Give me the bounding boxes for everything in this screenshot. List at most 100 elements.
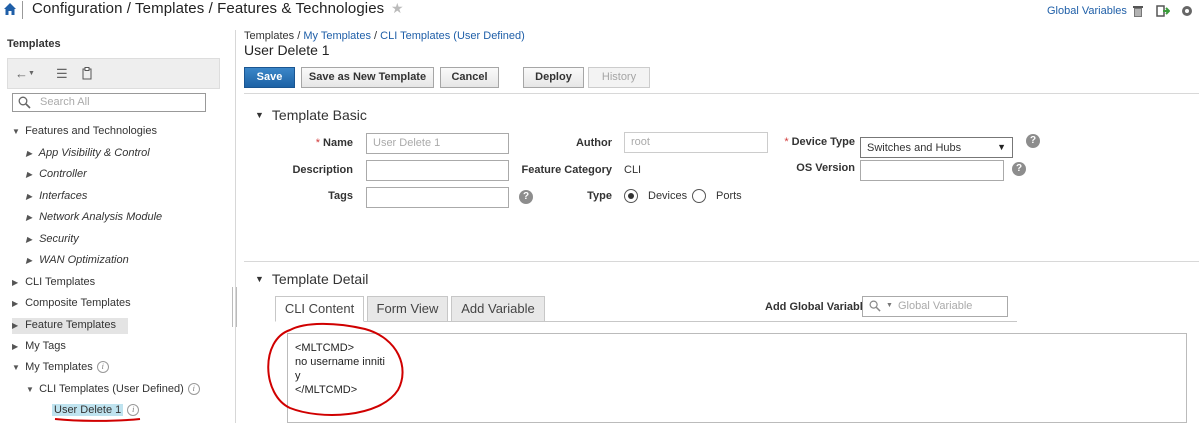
feature-category-label: Feature Category [521, 164, 612, 176]
sidebar-search-input[interactable]: Search All [12, 93, 206, 112]
chevron-down-icon: ▼ [886, 302, 893, 309]
tree-item-app-visibility[interactable]: ▶ App Visibility & Control [26, 147, 150, 159]
label-text: Device Type [791, 136, 855, 148]
gear-icon[interactable] [1180, 4, 1194, 18]
select-value: Switches and Hubs [867, 142, 962, 154]
section-title: Template Basic [271, 107, 367, 123]
tab-cli-content[interactable]: CLI Content [275, 296, 364, 322]
clipboard-icon[interactable] [82, 67, 92, 80]
breadcrumb-separator: / [370, 30, 381, 42]
exit-icon[interactable] [1156, 4, 1170, 18]
info-icon[interactable]: i [96, 361, 109, 374]
list-view-icon[interactable]: ☰ [56, 66, 68, 82]
name-field[interactable]: User Delete 1 [366, 133, 509, 154]
tree-item-cli-user-defined[interactable]: ▼ CLI Templates (User Defined) i [26, 383, 200, 396]
tree-label: My Tags [25, 340, 66, 352]
global-variable-combo[interactable]: ▼ Global Variable [862, 296, 1008, 317]
section-title: Template Detail [271, 271, 369, 287]
tree-item-network-analysis[interactable]: ▶ Network Analysis Module [26, 211, 162, 223]
sidebar-title: Templates [7, 38, 61, 50]
tree-item-user-delete-1[interactable]: User Delete 1i [52, 404, 140, 417]
os-version-help-icon[interactable]: ? [1012, 162, 1026, 176]
description-field[interactable] [366, 160, 509, 181]
tags-help-icon[interactable]: ? [519, 190, 533, 204]
cli-line: y [295, 370, 301, 382]
info-icon[interactable]: i [187, 383, 200, 396]
add-global-variable-label: Add Global Variable [765, 301, 869, 313]
tree-item-wan-optimization[interactable]: ▶ WAN Optimization [26, 254, 129, 266]
tree-label: Controller [39, 168, 87, 180]
tree-label: Composite Templates [25, 297, 131, 309]
type-devices-radio[interactable] [624, 189, 638, 203]
os-version-label: OS Version [796, 162, 855, 174]
tree-label: Network Analysis Module [39, 211, 163, 223]
tree-label: Features and Technologies [25, 125, 157, 137]
os-version-field[interactable] [860, 160, 1004, 181]
collapse-triangle-icon: ▼ [255, 110, 264, 120]
panel-divider [235, 30, 236, 423]
info-icon[interactable]: i [127, 404, 140, 417]
global-variable-placeholder: Global Variable [898, 300, 973, 312]
tree-label: CLI Templates (User Defined) [39, 383, 184, 395]
breadcrumb-templates[interactable]: Templates [244, 30, 294, 42]
header-separator [22, 1, 23, 19]
tree-item-interfaces[interactable]: ▶ Interfaces [26, 190, 87, 202]
type-ports-radio[interactable] [692, 189, 706, 203]
trash-icon[interactable] [1131, 4, 1145, 18]
device-type-label: * Device Type [770, 136, 855, 148]
back-arrow-icon[interactable]: ←▼ [15, 66, 35, 81]
tags-field[interactable] [366, 187, 509, 208]
tree-label: CLI Templates [25, 276, 96, 288]
tree-item-my-templates[interactable]: ▼ My Templates i [12, 361, 109, 374]
name-label: * Name [300, 137, 353, 149]
type-devices-label: Devices [648, 190, 688, 202]
search-icon [869, 300, 881, 312]
breadcrumb-my-templates[interactable]: My Templates [303, 30, 371, 42]
cli-content-editor[interactable]: <MLTCMD> no username inniti y </MLTCMD> [287, 333, 1187, 423]
required-mark: * [784, 136, 789, 148]
label-text: Name [323, 137, 353, 149]
template-basic-header[interactable]: ▼ Template Basic [255, 107, 367, 123]
tree-label: Feature Templates [25, 319, 116, 331]
tree-item-my-tags[interactable]: ▶ My Tags [12, 340, 66, 352]
tree-label: Interfaces [39, 190, 88, 202]
cancel-button[interactable]: Cancel [440, 67, 499, 88]
description-label: Description [292, 164, 353, 176]
global-variables-link[interactable]: Global Variables [1047, 5, 1127, 17]
tree-item-controller[interactable]: ▶ Controller [26, 168, 87, 180]
home-icon[interactable] [3, 2, 17, 16]
tags-label: Tags [328, 190, 353, 202]
breadcrumb-cli-user-defined[interactable]: CLI Templates (User Defined) [380, 30, 525, 42]
type-label: Type [587, 190, 612, 202]
tree-item-features-technologies[interactable]: ▼ Features and Technologies [12, 125, 157, 137]
device-type-select[interactable]: Switches and Hubs ▼ [860, 137, 1013, 158]
deploy-button[interactable]: Deploy [523, 67, 584, 88]
cli-line: <MLTCMD> [295, 342, 355, 354]
author-field: root [624, 132, 768, 153]
tree-item-composite-templates[interactable]: ▶ Composite Templates [12, 297, 131, 309]
save-button[interactable]: Save [244, 67, 295, 88]
tree-item-security[interactable]: ▶ Security [26, 233, 79, 245]
tree-label: User Delete 1 [52, 404, 124, 416]
tree-label: WAN Optimization [39, 254, 129, 266]
tree-label: My Templates [25, 361, 93, 373]
search-placeholder: Search All [40, 96, 90, 108]
feature-category-value: CLI [624, 164, 642, 176]
panel-resize-handle[interactable] [232, 287, 237, 327]
tree-item-feature-templates[interactable]: ▶ Feature Templates [12, 318, 128, 334]
top-header: Configuration / Templates / Features & T… [0, 0, 1199, 24]
tab-form-view[interactable]: Form View [367, 296, 448, 322]
template-detail-header[interactable]: ▼ Template Detail [255, 271, 368, 287]
cli-line: no username inniti [295, 356, 385, 368]
tree-item-cli-templates[interactable]: ▶ CLI Templates [12, 276, 95, 288]
tab-add-variable[interactable]: Add Variable [451, 296, 545, 322]
section-divider [244, 261, 1199, 262]
page-title: User Delete 1 [244, 42, 330, 58]
author-label: Author [575, 137, 612, 149]
history-button[interactable]: History [588, 67, 650, 88]
type-ports-label: Ports [716, 190, 742, 202]
device-type-help-icon[interactable]: ? [1026, 134, 1040, 148]
save-as-new-template-button[interactable]: Save as New Template [301, 67, 434, 88]
chevron-down-icon: ▼ [997, 142, 1006, 152]
favorite-star-icon[interactable]: ★ [391, 0, 404, 17]
